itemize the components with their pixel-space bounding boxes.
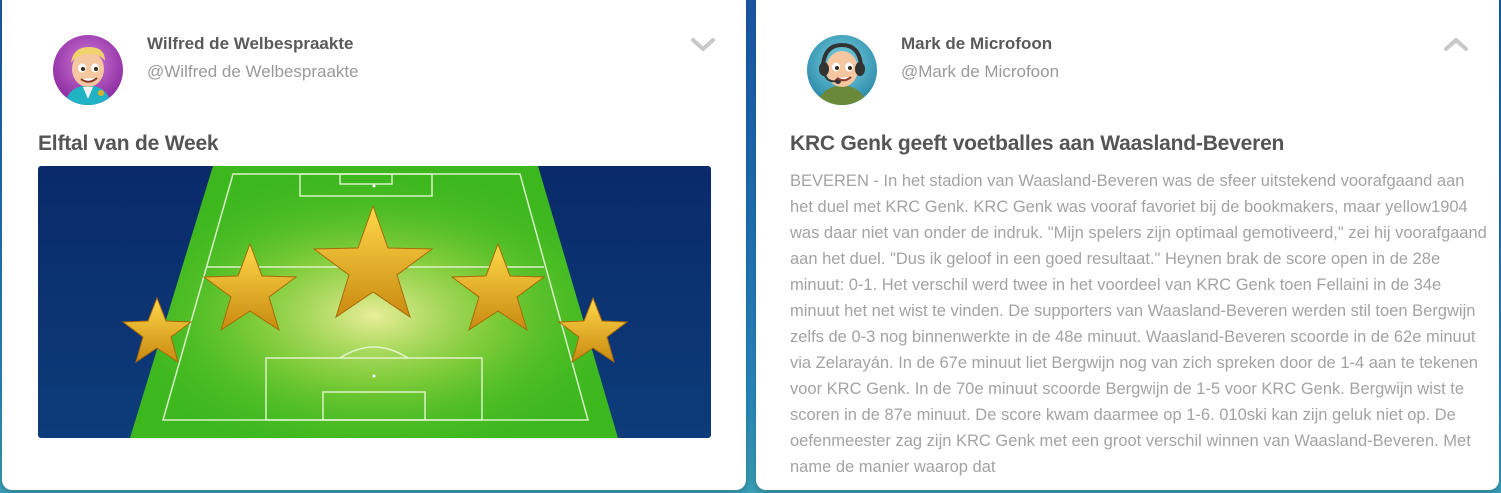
author-name[interactable]: Mark de Microfoon <box>901 34 1052 54</box>
five-stars-pitch-image <box>38 166 711 438</box>
avatar-mark-icon <box>807 35 877 105</box>
post-image[interactable] <box>38 166 711 438</box>
author-handle: @Mark de Microfoon <box>901 62 1060 81</box>
avatar[interactable] <box>53 35 123 105</box>
chevron-up-icon[interactable] <box>1442 34 1470 56</box>
post-title: Elftal van de Week <box>38 132 219 155</box>
post-card: Mark de Microfoon @Mark de Microfoon KRC… <box>756 0 1499 490</box>
author-handle: @Wilfred de Welbespraakte <box>147 62 359 81</box>
author-name[interactable]: Wilfred de Welbespraakte <box>147 34 353 54</box>
post-title: KRC Genk geeft voetballes aan Waasland-B… <box>790 132 1285 155</box>
post-card: Wilfred de Welbespraakte @Wilfred de Wel… <box>2 0 746 490</box>
avatar-wilfred-icon <box>53 35 123 105</box>
chevron-down-icon[interactable] <box>689 34 717 56</box>
avatar[interactable] <box>807 35 877 105</box>
post-body: BEVEREN - In het stadion van Waasland-Be… <box>790 172 1487 476</box>
